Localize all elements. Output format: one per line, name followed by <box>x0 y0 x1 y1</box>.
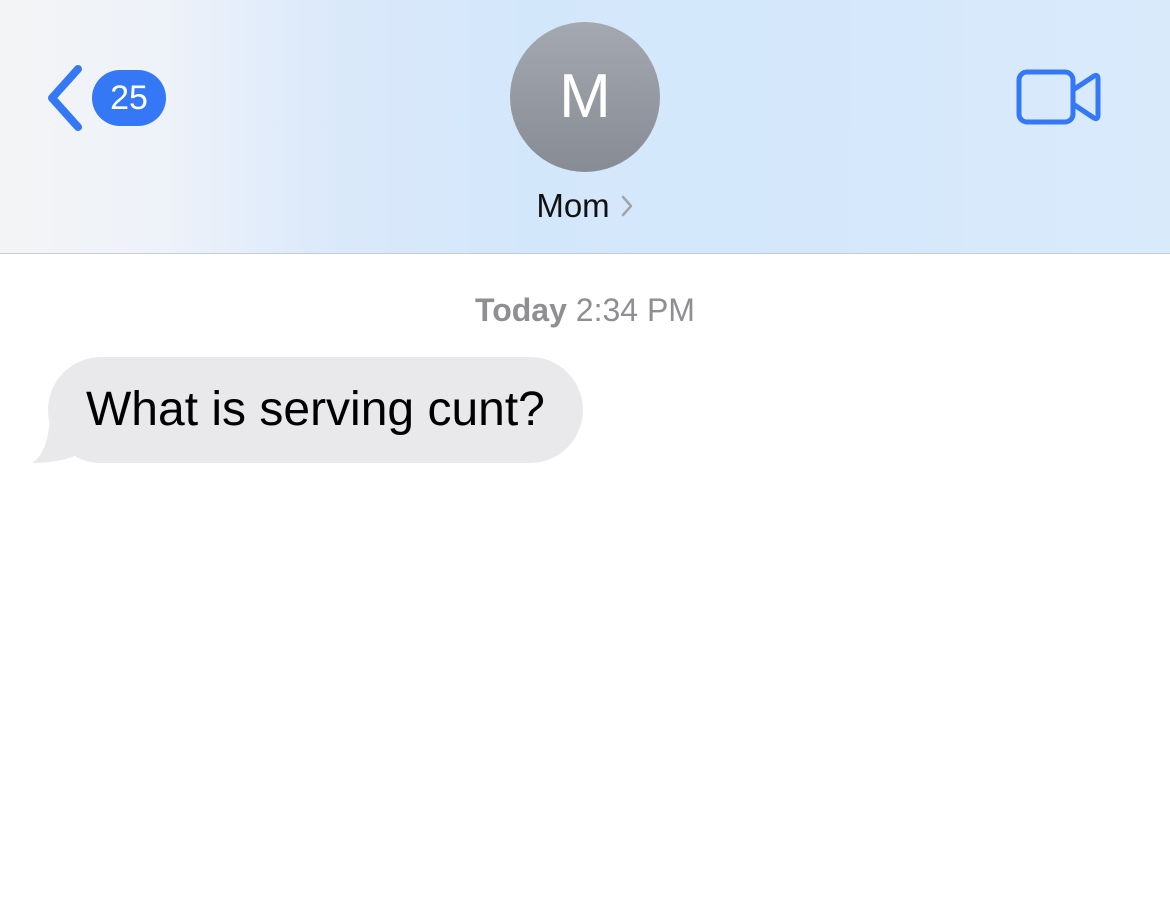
facetime-video-button[interactable] <box>1014 66 1102 128</box>
avatar[interactable]: M <box>510 22 660 172</box>
contact-name: Mom <box>536 187 610 224</box>
message-row: What is serving cunt? <box>30 357 583 463</box>
conversation-screen: 25 M Mom Today 2:34 PM What is serving c… <box>0 0 1170 922</box>
message-timestamp: Today 2:34 PM <box>0 288 1170 332</box>
chevron-right-icon <box>621 195 632 217</box>
timestamp-time: 2:34 PM <box>575 292 695 328</box>
video-camera-icon <box>1016 69 1101 125</box>
unread-count-badge: 25 <box>92 70 166 126</box>
incoming-message-bubble[interactable]: What is serving cunt? <box>48 357 583 463</box>
contact-name-button[interactable]: Mom <box>0 184 1170 228</box>
chevron-left-icon <box>48 65 82 131</box>
back-button[interactable]: 25 <box>44 62 174 134</box>
conversation-header: 25 M Mom <box>0 0 1170 254</box>
timestamp-day: Today <box>475 292 567 328</box>
